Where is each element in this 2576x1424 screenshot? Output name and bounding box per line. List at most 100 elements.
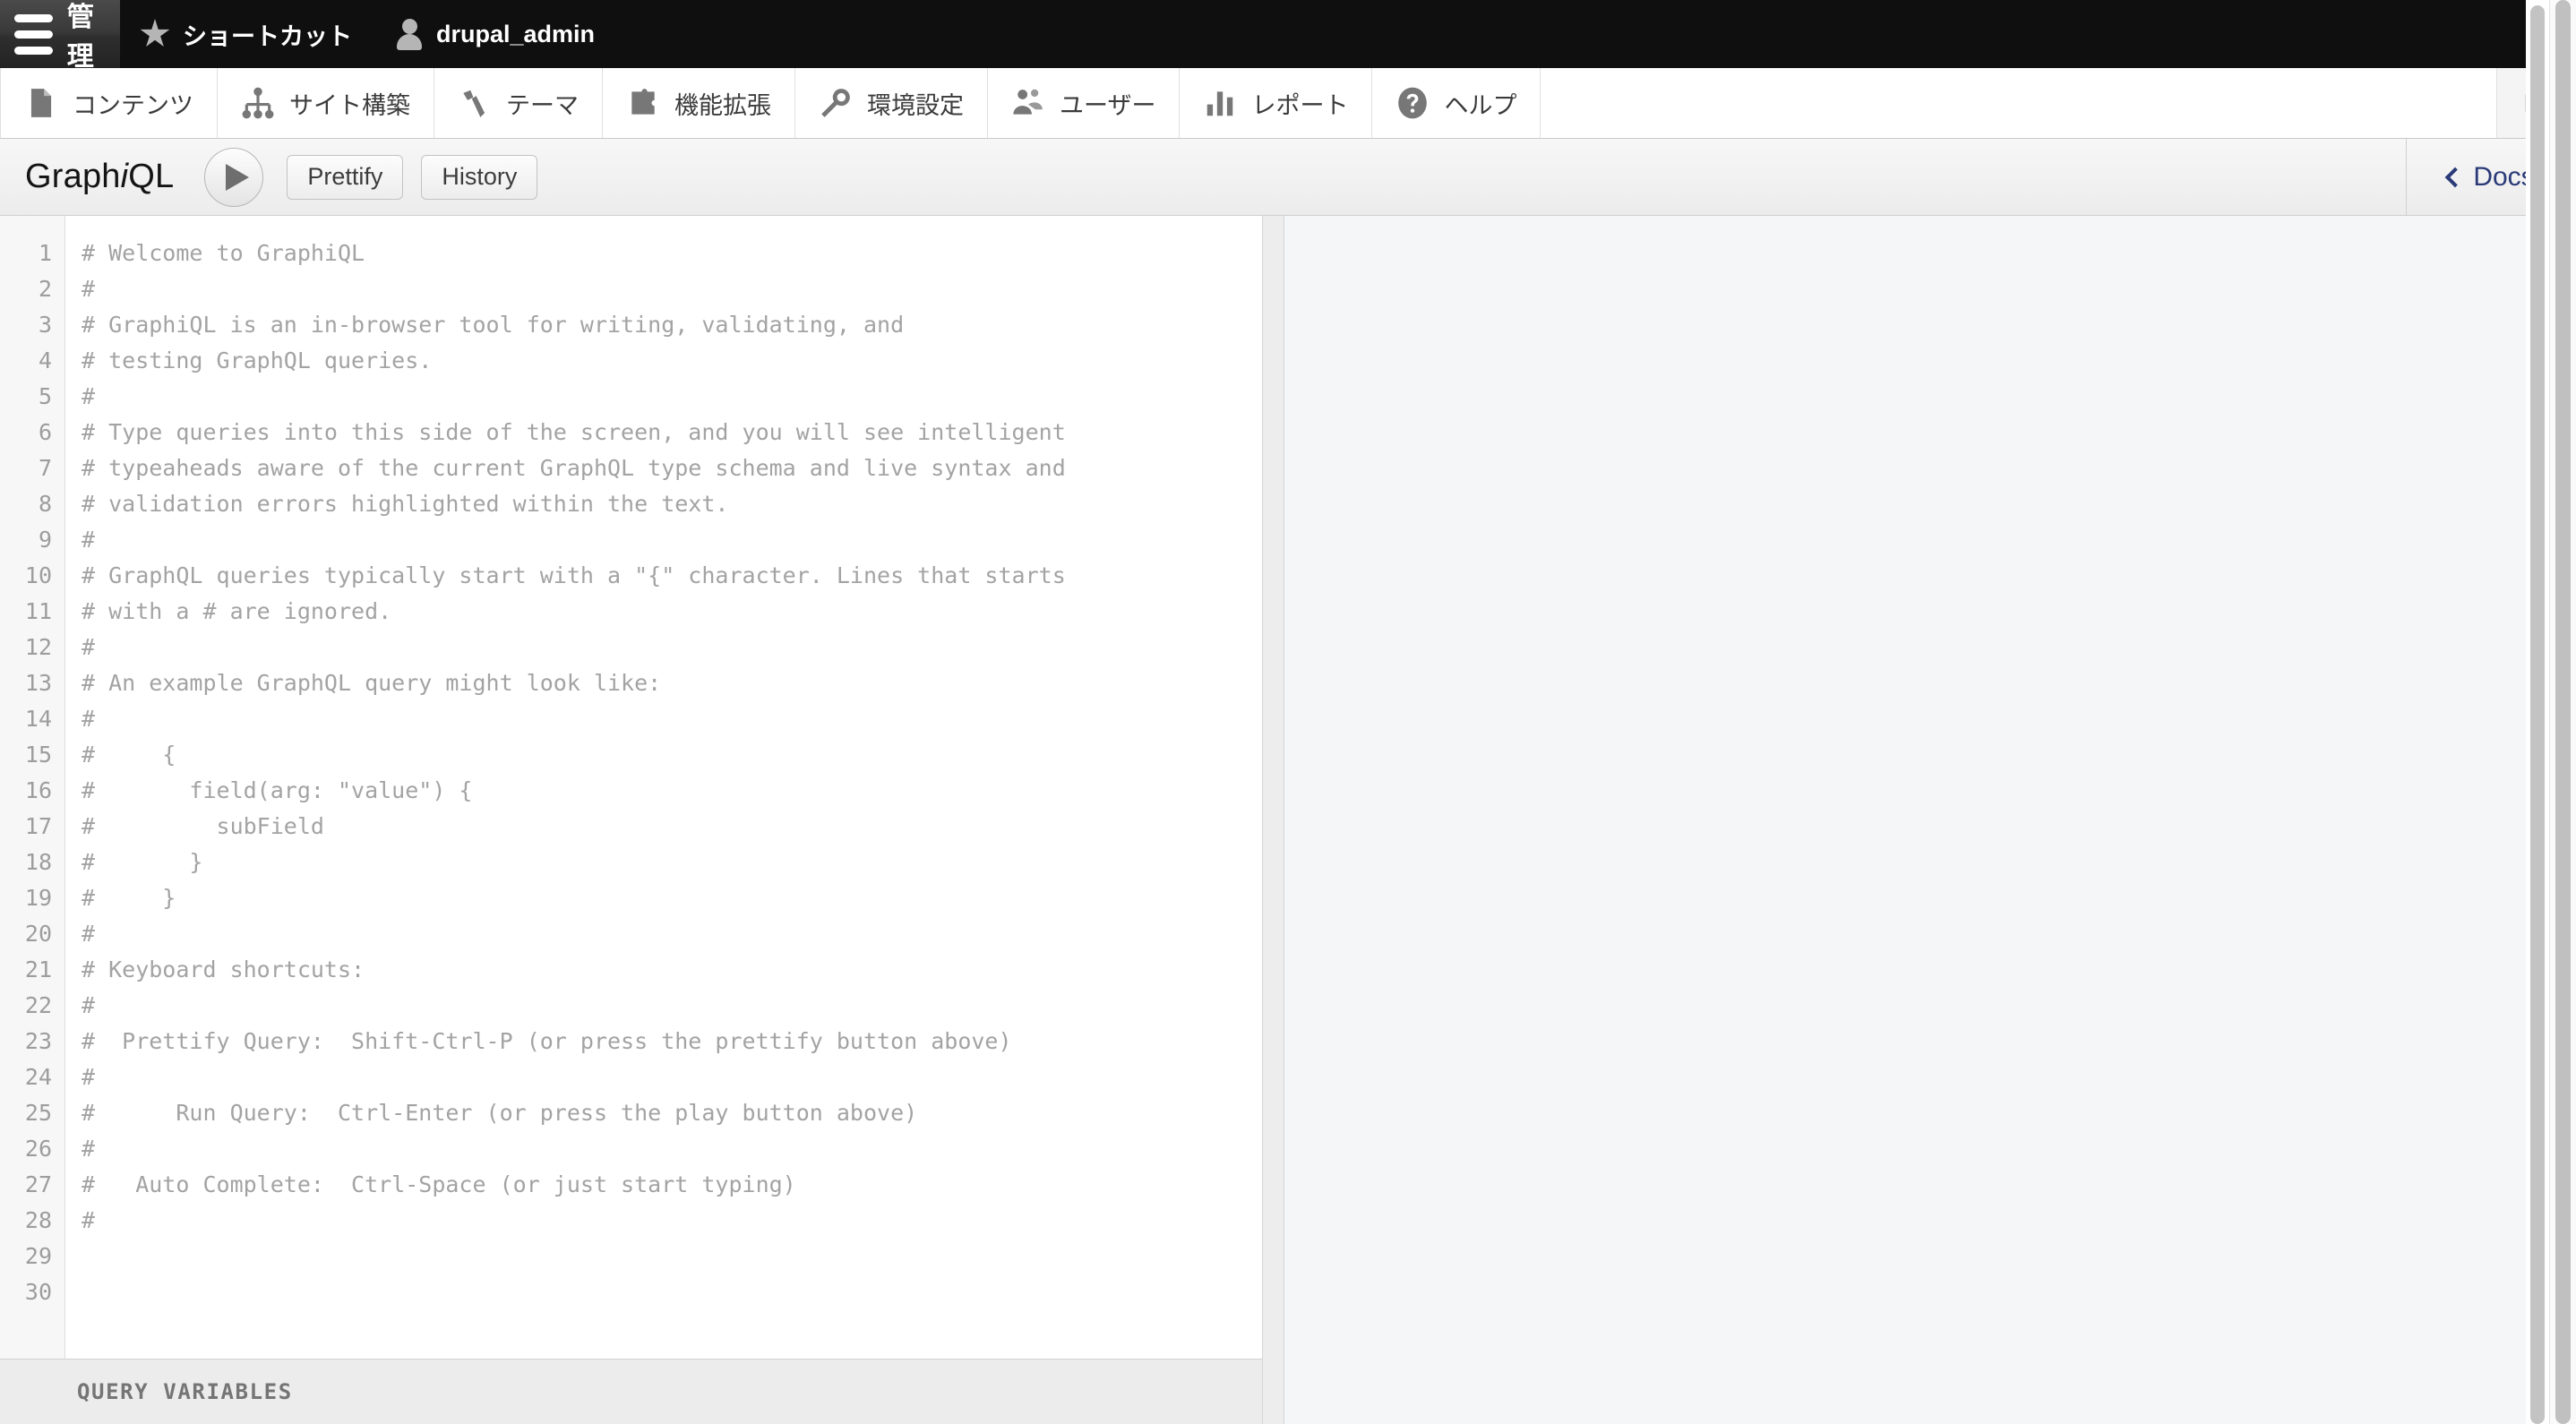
query-editor-pane: 1 2 3 4 5 6 7 8 9 10 11 12 13 14 15 16 17 18 19 20 21 22 23 24 2… — [0, 216, 1263, 1424]
code-line: # — [82, 634, 96, 660]
theme-paint-icon — [463, 90, 485, 117]
code-line: # } — [82, 849, 203, 875]
inner-scrollbar-thumb[interactable] — [2530, 5, 2545, 1424]
code-line: # — [82, 276, 96, 302]
query-variables-title: QUERY VARIABLES — [77, 1379, 293, 1404]
code-line: # — [82, 1136, 96, 1162]
admin-home-label: 管理 — [66, 3, 95, 72]
graphiql-app: GraphiQL Prettify History Docs 123456789… — [0, 139, 2576, 1424]
code-line: # Welcome to GraphiQL — [82, 240, 365, 266]
line-number: 9 — [38, 527, 52, 553]
menu-item-appearance[interactable]: テーマ — [434, 68, 603, 138]
graphiql-logo-part3: QL — [128, 158, 175, 195]
code-line: # — [82, 706, 96, 732]
code-line: # — [82, 1064, 96, 1090]
line-number: 22 — [24, 992, 52, 1018]
code-line: # testing GraphQL queries. — [82, 347, 433, 373]
query-variables-panel[interactable]: QUERY VARIABLES — [0, 1359, 1262, 1424]
admin-toolbar-item-shortcuts[interactable]: ショートカット — [120, 0, 375, 68]
code-line: # { — [82, 742, 176, 768]
chevron-left-icon — [2444, 167, 2466, 187]
menu-item-reports[interactable]: レポート — [1180, 68, 1373, 138]
pane-resize-handle[interactable] — [1263, 216, 1284, 1424]
users-icon — [1013, 89, 1043, 115]
code-line: # with a # are ignored. — [82, 598, 392, 624]
code-line: # — [82, 992, 96, 1018]
line-number: 8 — [38, 491, 52, 517]
code-line: # — [82, 1207, 96, 1233]
line-number: 10 — [24, 562, 52, 588]
prettify-button[interactable]: Prettify — [287, 154, 404, 200]
admin-toolbar-item-user[interactable]: drupal_admin — [375, 0, 618, 68]
menu-item-label: サイト構築 — [289, 91, 410, 119]
line-number: 15 — [24, 742, 52, 768]
page-scrollbar-thumb[interactable] — [2555, 0, 2571, 1424]
menu-item-label: テーマ — [506, 91, 579, 119]
menu-item-help[interactable]: ヘルプ — [1372, 68, 1541, 138]
line-number: 25 — [24, 1100, 52, 1126]
graphiql-toolbar: GraphiQL Prettify History Docs — [0, 139, 2576, 216]
menu-item-label: コンテンツ — [73, 91, 193, 119]
line-number: 23 — [24, 1028, 52, 1054]
line-number: 5 — [38, 383, 52, 409]
execute-query-button[interactable] — [204, 147, 264, 207]
code-line: # GraphQL queries typically start with a… — [82, 562, 1066, 588]
inner-scrollbar[interactable] — [2526, 0, 2549, 1424]
menu-item-people[interactable]: ユーザー — [988, 68, 1181, 138]
line-number: 29 — [24, 1243, 52, 1269]
bar-chart-reports-icon — [1207, 91, 1233, 116]
code-line: # GraphiQL is an in-browser tool for wri… — [82, 312, 905, 338]
code-line: # Run Query: Ctrl-Enter (or press the pl… — [82, 1100, 918, 1126]
menu-item-label: 環境設定 — [867, 91, 964, 119]
graphiql-body: 1 2 3 4 5 6 7 8 9 10 11 12 13 14 15 16 17 18 19 20 21 22 23 24 2… — [0, 216, 2576, 1424]
content-page-icon — [30, 89, 52, 117]
line-number: 13 — [24, 670, 52, 696]
admin-menu-bar: コンテンツ サイト構築 テーマ 機能拡張 環境設定 ユーザー レポート ヘルプ — [0, 68, 2576, 139]
site-structure-icon — [242, 87, 274, 119]
menu-item-extend[interactable]: 機能拡張 — [603, 68, 795, 138]
code-line: # Auto Complete: Ctrl-Space (or just sta… — [82, 1171, 796, 1197]
wrench-config-icon — [821, 89, 850, 117]
line-number: 21 — [24, 956, 52, 982]
admin-toolbar-item-label: drupal_admin — [436, 20, 596, 47]
line-number: 26 — [24, 1136, 52, 1162]
line-number: 3 — [38, 312, 52, 338]
menu-item-configuration[interactable]: 環境設定 — [795, 68, 988, 138]
code-line: # typeaheads aware of the current GraphQ… — [82, 455, 1066, 481]
code-line: # } — [82, 885, 176, 911]
code-line: # field(arg: "value") { — [82, 777, 473, 803]
query-editor[interactable]: 1 2 3 4 5 6 7 8 9 10 11 12 13 14 15 16 17 18 19 20 21 22 23 24 2… — [0, 216, 1262, 1359]
line-number: 4 — [38, 347, 52, 373]
admin-home-button[interactable]: 管理 — [0, 0, 120, 72]
line-number: 12 — [24, 634, 52, 660]
result-panel — [1284, 216, 2576, 1424]
menu-item-label: レポート — [1251, 91, 1349, 119]
admin-toolbar-item-label: ショートカット — [183, 22, 352, 50]
graphiql-logo-part2: i — [120, 158, 129, 195]
question-help-icon — [1398, 87, 1428, 119]
play-icon — [225, 163, 249, 191]
menu-item-structure[interactable]: サイト構築 — [218, 68, 434, 138]
line-number: 6 — [38, 419, 52, 445]
line-number: 2 — [38, 276, 52, 302]
menu-item-content[interactable]: コンテンツ — [0, 68, 218, 138]
graphiql-logo: GraphiQL — [25, 158, 174, 196]
star-icon — [140, 19, 170, 47]
line-number: 20 — [24, 921, 52, 947]
person-icon — [395, 19, 424, 50]
admin-toolbar: 管理 ショートカット drupal_admin — [0, 0, 2576, 72]
menu-item-label: 機能拡張 — [674, 91, 771, 119]
code-line: # subField — [82, 813, 324, 839]
line-number: 16 — [24, 777, 52, 803]
line-number: 18 — [24, 849, 52, 875]
history-button[interactable]: History — [421, 154, 538, 200]
line-number: 1 — [38, 240, 52, 266]
page-scrollbar[interactable] — [2549, 0, 2576, 1424]
query-editor-textarea[interactable]: # Welcome to GraphiQL # # GraphiQL is an i… — [65, 216, 1262, 1359]
menu-spacer — [1541, 68, 2497, 138]
line-number-gutter: 1 2 3 4 5 6 7 8 9 10 11 12 13 14 15 16 17 18 19 20 21 22 23 24 2… — [0, 216, 65, 1359]
line-number: 11 — [24, 598, 52, 624]
line-number: 28 — [24, 1207, 52, 1233]
